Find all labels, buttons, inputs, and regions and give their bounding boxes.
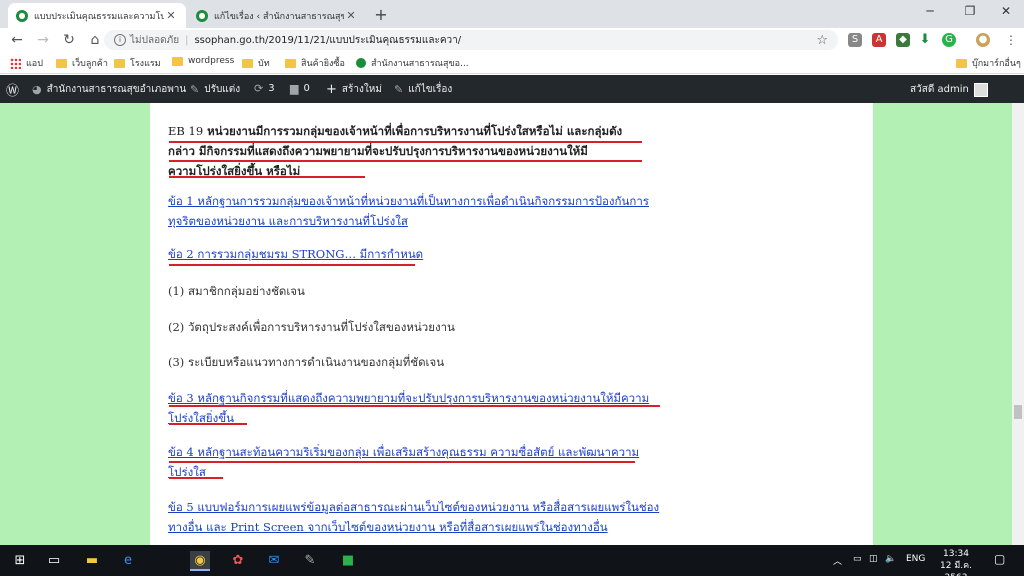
window-close-icon[interactable]: ✕ — [996, 4, 1016, 18]
file-explorer-icon[interactable]: ▬ — [82, 551, 102, 571]
tab-evaluation[interactable]: ● แบบประเมินคุณธรรมและความโปร่งใสของ... … — [8, 3, 186, 28]
folder-icon — [172, 56, 183, 66]
bookmark-health-office[interactable]: สำนักงานสาธารณสุขอ... — [356, 56, 469, 70]
edge-icon[interactable]: e — [118, 551, 138, 571]
folder-icon — [56, 58, 67, 68]
address-bar[interactable]: i ไม่ปลอดภัย | ssophan.go.th/2019/11/21/… — [104, 30, 838, 50]
bookmarks-bar: แอป เว็บลูกค้า โรงแรม wordpress บัท สินค… — [0, 52, 1024, 74]
avatar — [973, 82, 988, 97]
red-underline — [169, 160, 642, 162]
scrollbar-thumb[interactable] — [1014, 405, 1022, 419]
close-icon[interactable]: ✕ — [344, 9, 358, 22]
apps-icon — [10, 57, 21, 69]
updates-link[interactable]: ⟳ 3 — [254, 82, 275, 95]
pencil-icon: ✎ — [394, 83, 404, 96]
new-content-link[interactable]: + สร้างใหม่ — [326, 82, 382, 97]
network-icon[interactable]: ◫ — [869, 554, 878, 564]
evidence-link-3[interactable]: ข้อ 3 หลักฐานกิจกรรมที่แสดงถึงความพยายาม… — [168, 388, 668, 428]
extension-icon[interactable]: ◆ — [896, 33, 910, 47]
page-background: EB 19 หน่วยงานมีการรวมกลุ่มของเจ้าหน้าที… — [0, 103, 1012, 545]
plus-icon: + — [326, 82, 337, 97]
folder-icon — [242, 58, 253, 68]
red-underline — [169, 176, 365, 178]
comments-link[interactable]: ▆ 0 — [290, 82, 310, 95]
extension-icon[interactable]: S — [848, 33, 862, 47]
red-underline — [169, 264, 415, 266]
red-underline — [169, 423, 247, 425]
site-favicon-icon: ● — [196, 9, 208, 22]
red-underline — [169, 477, 223, 479]
forward-icon[interactable]: → — [30, 32, 56, 48]
bookmark-products[interactable]: สินค้ายิงซื้อ — [285, 56, 345, 70]
show-hidden-icons[interactable]: ︿ — [833, 554, 842, 567]
battery-icon[interactable]: ▭ — [853, 554, 862, 564]
page-scrollbar[interactable] — [1012, 103, 1024, 545]
security-label: ไม่ปลอดภัย — [130, 34, 180, 46]
comment-icon: ▆ — [290, 82, 299, 95]
download-icon[interactable]: ⬇ — [918, 33, 932, 47]
url-text: ssophan.go.th/2019/11/21/แบบประเมินคุณธร… — [194, 34, 462, 46]
criterion-heading: EB 19 หน่วยงานมีการรวมกลุ่มของเจ้าหน้าที… — [168, 124, 623, 178]
system-clock[interactable]: 13:34 12 มี.ค. 2563 — [928, 548, 984, 576]
edit-post-link[interactable]: ✎ แก้ไขเรื่อง — [394, 82, 452, 97]
criterion-detail-2: (2) วัตถุประสงค์เพื่อการบริหารงานที่โปร่… — [168, 320, 455, 334]
site-favicon-icon: ● — [16, 9, 28, 22]
evidence-link-2[interactable]: ข้อ 2 การรวมกลุ่มชมรม STRONG… มีการกำหนด — [168, 244, 668, 264]
notifications-icon[interactable]: ▢ — [994, 552, 1005, 566]
line-icon[interactable]: ■ — [338, 551, 358, 571]
bookmark-other[interactable]: บุ๊กมาร์กอื่นๆ — [956, 56, 1021, 70]
bookmark-customers[interactable]: เว็บลูกค้า — [56, 56, 108, 70]
evidence-link-1[interactable]: ข้อ 1 หลักฐานการรวมกลุ่มของเจ้าหน้าที่หน… — [168, 191, 668, 231]
customize-link[interactable]: ✎ ปรับแต่ง — [190, 82, 240, 97]
bookmark-wordpress[interactable]: wordpress — [172, 56, 234, 66]
tab-title: แก้ไขเรื่อง ‹ สำนักงานสาธารณสุขอำเภ... — [214, 11, 344, 22]
post-content: EB 19 หน่วยงานมีการรวมกลุ่มของเจ้าหน้าที… — [150, 103, 873, 545]
bookmark-folder[interactable]: บัท — [242, 56, 270, 70]
account-menu[interactable]: สวัสดี admin — [910, 82, 988, 97]
close-icon[interactable]: ✕ — [164, 9, 178, 22]
red-underline — [169, 141, 642, 143]
pdf-extension-icon[interactable]: A — [872, 33, 886, 47]
app-icon[interactable]: ✎ — [300, 551, 320, 571]
site-name-link[interactable]: ◕ สำนักงานสาธารณสุขอำเภอพาน — [32, 82, 186, 97]
language-indicator[interactable]: ENG — [906, 554, 925, 564]
bookmark-apps[interactable]: แอป — [10, 56, 43, 70]
tab-edit-post[interactable]: ● แก้ไขเรื่อง ‹ สำนักงานสาธารณสุขอำเภ...… — [188, 3, 366, 28]
browser-toolbar: ← → ↻ ⌂ i ไม่ปลอดภัย | ssophan.go.th/201… — [0, 28, 1024, 52]
tab-title: แบบประเมินคุณธรรมและความโปร่งใสของ... — [34, 11, 164, 22]
reload-icon[interactable]: ↻ — [56, 32, 82, 48]
criterion-detail-1: (1) สมาชิกกลุ่มอย่างชัดเจน — [168, 284, 305, 298]
chrome-icon[interactable]: ◉ — [190, 551, 210, 571]
back-icon[interactable]: ← — [4, 32, 30, 48]
red-underline — [169, 461, 635, 463]
folder-icon — [114, 58, 125, 68]
paint-icon[interactable]: ✿ — [228, 551, 248, 571]
bookmark-star-icon[interactable]: ☆ — [816, 33, 828, 48]
tab-strip: ● แบบประเมินคุณธรรมและความโปร่งใสของ... … — [0, 0, 1024, 28]
task-view-icon[interactable]: ▭ — [44, 551, 64, 571]
restore-icon[interactable]: ❐ — [960, 4, 980, 18]
red-underline — [169, 405, 660, 407]
wordpress-logo-icon[interactable]: Ⓦ — [6, 80, 19, 99]
criterion-detail-3: (3) ระเบียบหรือแนวทางการดำเนินงานของกลุ่… — [168, 355, 445, 369]
wp-admin-bar: Ⓦ ◕ สำนักงานสาธารณสุขอำเภอพาน ✎ ปรับแต่ง ⟳… — [0, 75, 1024, 103]
mail-icon[interactable]: ✉ — [264, 551, 284, 571]
profile-avatar-icon[interactable]: ● — [976, 33, 990, 47]
menu-icon[interactable]: ⋮ — [1004, 33, 1018, 47]
grammarly-icon[interactable]: G — [942, 33, 956, 47]
updates-icon: ⟳ — [254, 82, 264, 95]
brush-icon: ✎ — [190, 83, 200, 96]
windows-taskbar: ⊞ ▭ ▬ e ◉ ✿ ✉ ✎ ■ ︿ ▭ ◫ 🔈 ENG 13:34 12 ม… — [0, 545, 1024, 576]
dashboard-icon: ◕ — [32, 83, 42, 96]
folder-icon — [956, 58, 967, 68]
new-tab-button[interactable]: + — [372, 5, 390, 24]
folder-icon — [285, 58, 296, 68]
bookmark-hotel[interactable]: โรงแรม — [114, 56, 161, 70]
site-favicon-icon — [356, 58, 366, 68]
info-icon[interactable]: i — [114, 34, 126, 46]
volume-icon[interactable]: 🔈 — [885, 554, 896, 564]
minimize-icon[interactable]: ─ — [920, 4, 940, 18]
windows-start-icon[interactable]: ⊞ — [10, 551, 30, 571]
evidence-link-5[interactable]: ข้อ 5 แบบฟอร์มการเผยแพร่ข้อมูลต่อสาธารณะ… — [168, 497, 668, 537]
